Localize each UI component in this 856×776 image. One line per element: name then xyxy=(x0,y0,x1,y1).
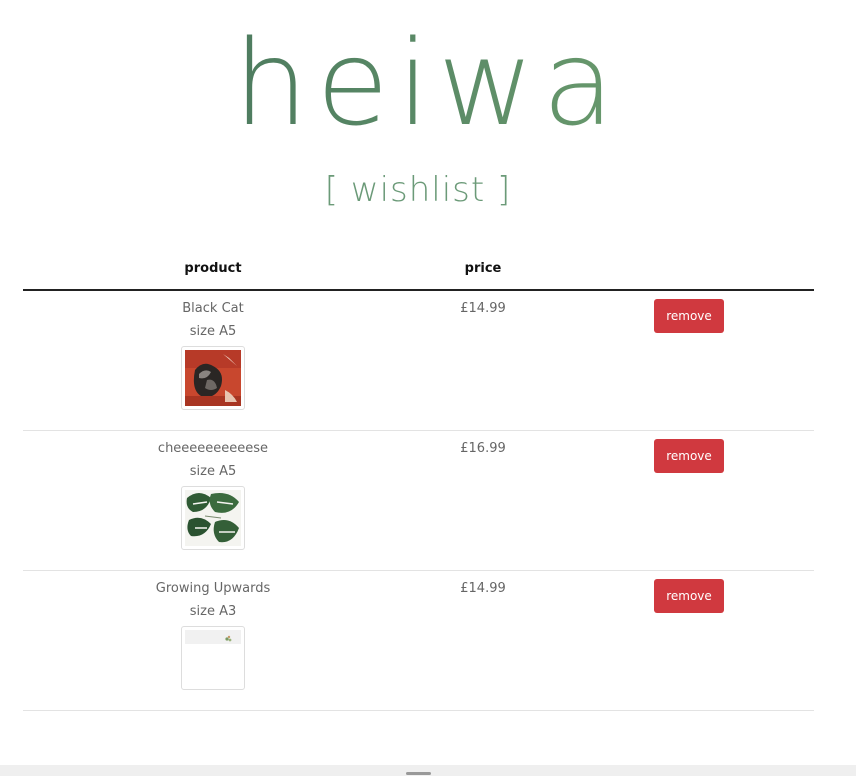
page-title: [ wishlist ] xyxy=(324,170,512,210)
wishlist-table: product price Black Cat size A5 £14.99 r… xyxy=(23,255,814,711)
plant-sketch-image[interactable] xyxy=(181,626,245,690)
bottom-scroll-bar[interactable] xyxy=(0,765,856,776)
scroll-handle[interactable] xyxy=(406,772,431,775)
remove-button[interactable]: remove xyxy=(654,299,724,333)
column-header-price: price xyxy=(464,261,502,276)
cat-artwork-image[interactable] xyxy=(181,346,245,410)
product-price: £14.99 xyxy=(460,301,506,316)
product-name[interactable]: Growing Upwards xyxy=(23,579,403,599)
brand-logo[interactable]: heiwa xyxy=(0,8,856,158)
remove-button[interactable]: remove xyxy=(654,579,724,613)
product-cell: cheeeeeeeeeese size A5 xyxy=(23,439,403,550)
product-size: size A5 xyxy=(189,324,237,339)
product-price: £14.99 xyxy=(460,581,506,596)
product-size: size A5 xyxy=(189,464,237,479)
product-name[interactable]: Black Cat xyxy=(23,299,403,319)
product-name[interactable]: cheeeeeeeeeese xyxy=(23,439,403,459)
product-size: size A3 xyxy=(189,604,237,619)
remove-button[interactable]: remove xyxy=(654,439,724,473)
table-header: product price xyxy=(23,255,814,291)
monstera-leaf-image[interactable] xyxy=(181,486,245,550)
product-price: £16.99 xyxy=(460,441,506,456)
table-row: Black Cat size A5 £14.99 remove xyxy=(23,291,814,431)
product-cell: Growing Upwards size A3 xyxy=(23,579,403,690)
product-cell: Black Cat size A5 xyxy=(23,299,403,410)
column-header-product: product xyxy=(184,261,242,276)
table-row: Growing Upwards size A3 £14.99 remove xyxy=(23,571,814,711)
table-row: cheeeeeeeeeese size A5 £16.99 remove xyxy=(23,431,814,571)
